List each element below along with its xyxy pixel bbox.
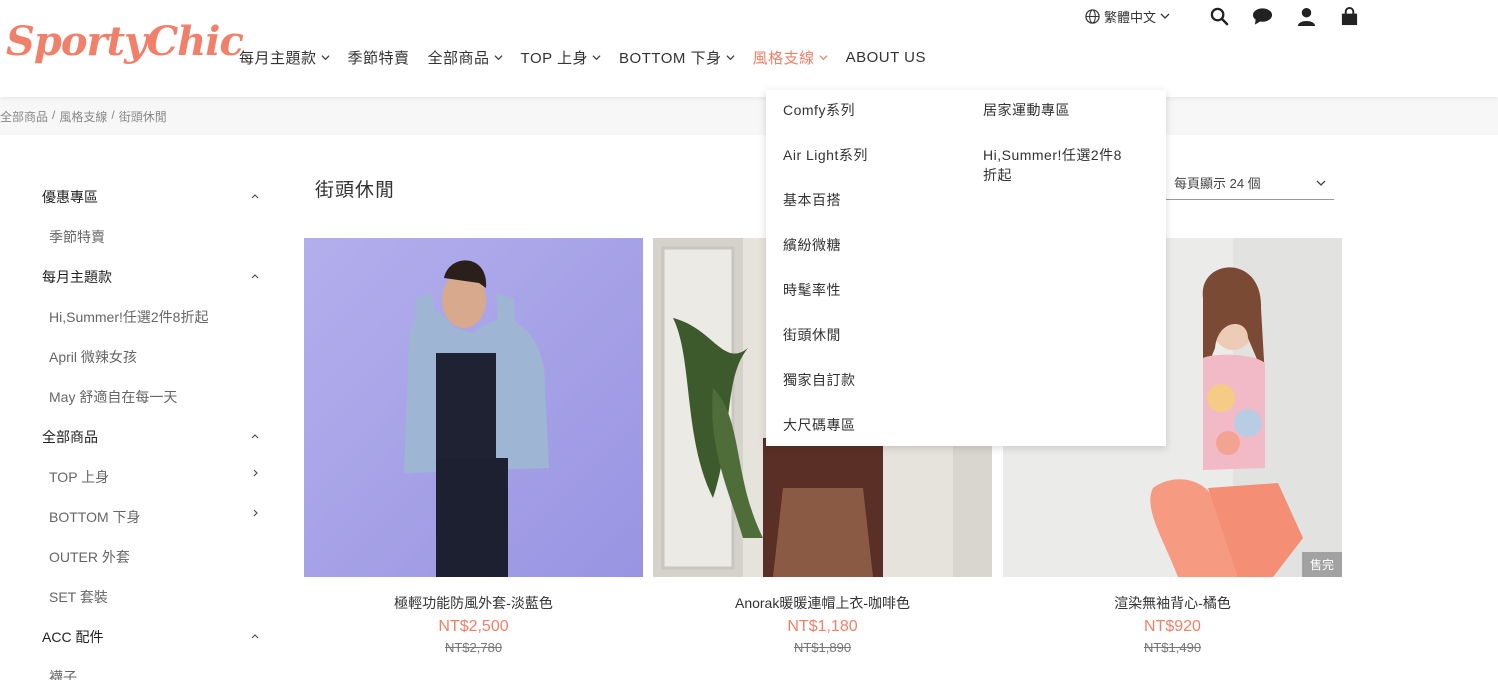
product-price: NT$920 xyxy=(1144,618,1201,635)
sidebar-item-monthly-theme[interactable]: 每月主題款 xyxy=(42,267,112,287)
product-name[interactable]: 極輕功能防風外套-淡藍色 xyxy=(304,593,643,613)
globe-icon xyxy=(1085,8,1100,24)
breadcrumb-link[interactable]: 風格支線 xyxy=(59,108,107,125)
sidebar-item-bottom[interactable]: BOTTOM 下身 xyxy=(49,507,141,527)
sidebar-item-outer[interactable]: OUTER 外套 xyxy=(49,547,130,567)
style-line-dropdown-menu: Comfy系列 Air Light系列 基本百搭 繽紛微糖 時髦率性 街頭休閒 … xyxy=(766,90,1166,446)
breadcrumb-bar: 全部商品 / 風格支線 / 街頭休閒 xyxy=(0,97,1498,135)
page-title: 街頭休閒 xyxy=(315,180,396,201)
language-selector[interactable]: 繁體中文 xyxy=(1085,7,1174,26)
product-name[interactable]: 渲染無袖背心-橘色 xyxy=(1003,593,1342,613)
site-header: SportyChic 繁體中文 每月主題款 季節特賣 全部商品 TOP 上身 B… xyxy=(0,0,1498,97)
product-original-price: NT$2,780 xyxy=(444,640,503,655)
chevron-up-icon[interactable] xyxy=(249,630,261,642)
brand-logo[interactable]: SportyChic xyxy=(6,18,244,65)
chat-icon[interactable] xyxy=(1251,6,1273,26)
nav-monthly-theme[interactable]: 每月主題款 xyxy=(239,47,330,68)
per-page-select[interactable]: 每頁顯示 24 個 xyxy=(1166,166,1334,200)
breadcrumb-link[interactable]: 全部商品 xyxy=(0,108,48,125)
chevron-right-icon[interactable] xyxy=(249,507,261,519)
sidebar-item-top[interactable]: TOP 上身 xyxy=(49,467,109,487)
chevron-up-icon[interactable] xyxy=(249,430,261,442)
product-original-price: NT$1,890 xyxy=(793,640,852,655)
dropdown-item-exclusive[interactable]: 獨家自訂款 xyxy=(783,370,856,390)
breadcrumb: 全部商品 / 風格支線 / 街頭休閒 xyxy=(0,108,167,125)
chevron-down-icon xyxy=(592,54,601,60)
product-name[interactable]: Anorak暖暖連帽上衣-咖啡色 xyxy=(653,593,992,613)
sidebar-item-acc[interactable]: ACC 配件 xyxy=(42,627,103,647)
sidebar-item-april[interactable]: April 微辣女孩 xyxy=(49,347,137,367)
nav-about-us[interactable]: ABOUT US xyxy=(846,49,926,66)
sidebar-item-promotions[interactable]: 優惠專區 xyxy=(42,187,98,207)
chevron-right-icon[interactable] xyxy=(249,467,261,479)
dropdown-item-basic[interactable]: 基本百搭 xyxy=(783,190,841,210)
nav-label: 全部商品 xyxy=(427,49,490,67)
nav-all-products[interactable]: 全部商品 xyxy=(428,47,503,68)
sidebar-item-may[interactable]: May 舒適自在每一天 xyxy=(49,387,177,407)
dropdown-item-comfy[interactable]: Comfy系列 xyxy=(783,100,855,120)
sidebar-item-socks[interactable]: 襪子 xyxy=(49,667,77,680)
chevron-down-icon xyxy=(321,54,330,60)
nav-style-line[interactable]: 風格支線 xyxy=(753,47,828,68)
product-original-price: NT$1,490 xyxy=(1143,640,1202,655)
dropdown-item-plus-size[interactable]: 大尺碼專區 xyxy=(783,415,856,435)
user-icon[interactable] xyxy=(1295,6,1317,26)
breadcrumb-current[interactable]: 街頭休閒 xyxy=(119,108,167,125)
per-page-label: 每頁顯示 24 個 xyxy=(1174,176,1261,191)
nav-top[interactable]: TOP 上身 xyxy=(521,47,601,68)
dropdown-item-street[interactable]: 街頭休閒 xyxy=(783,325,841,345)
top-utility-bar: 繁體中文 xyxy=(1085,6,1174,26)
cart-icon[interactable] xyxy=(1338,6,1360,26)
search-icon[interactable] xyxy=(1208,6,1230,26)
sold-out-badge: 售完 xyxy=(1301,552,1342,577)
nav-label: 風格支線 xyxy=(752,49,815,67)
breadcrumb-separator: / xyxy=(52,108,56,122)
chevron-down-icon xyxy=(494,54,503,60)
nav-label: ABOUT US xyxy=(845,48,926,66)
product-card: 極輕功能防風外套-淡藍色 NT$2,500 NT$2,780 xyxy=(304,238,643,655)
chevron-up-icon[interactable] xyxy=(249,190,261,202)
product-image[interactable] xyxy=(304,238,643,577)
dropdown-item-hi-summer[interactable]: Hi,Summer!任選2件8 折起 xyxy=(983,145,1153,185)
dropdown-item-air-light[interactable]: Air Light系列 xyxy=(783,145,868,165)
sidebar-item-set[interactable]: SET 套裝 xyxy=(49,587,108,607)
nav-label: 季節特賣 xyxy=(347,49,410,67)
chevron-down-icon xyxy=(726,54,735,60)
nav-seasonal-sale[interactable]: 季節特賣 xyxy=(348,47,410,68)
sidebar-item-hi-summer[interactable]: Hi,Summer!任選2件8折起 xyxy=(49,307,208,327)
product-price: NT$1,180 xyxy=(787,618,858,635)
language-label: 繁體中文 xyxy=(1104,9,1157,25)
product-price: NT$2,500 xyxy=(438,618,509,635)
chevron-down-icon xyxy=(1316,180,1326,186)
nav-bottom[interactable]: BOTTOM 下身 xyxy=(619,47,735,68)
main-nav: 每月主題款 季節特賣 全部商品 TOP 上身 BOTTOM 下身 風格支線 AB… xyxy=(239,46,944,68)
dropdown-item-candy[interactable]: 繽紛微糖 xyxy=(783,235,841,255)
chevron-down-icon xyxy=(1160,13,1170,19)
chevron-down-icon xyxy=(819,54,828,60)
sidebar-item-seasonal-sale[interactable]: 季節特賣 xyxy=(49,227,105,247)
dropdown-item-chic[interactable]: 時髦率性 xyxy=(783,280,841,300)
breadcrumb-separator: / xyxy=(111,108,115,122)
nav-label: TOP 上身 xyxy=(520,49,589,67)
chevron-up-icon[interactable] xyxy=(249,270,261,282)
nav-label: 每月主題款 xyxy=(239,49,317,67)
nav-label: BOTTOM 下身 xyxy=(619,49,722,67)
dropdown-item-home-sport[interactable]: 居家運動專區 xyxy=(983,100,1070,120)
sidebar-item-all-products[interactable]: 全部商品 xyxy=(42,427,98,447)
